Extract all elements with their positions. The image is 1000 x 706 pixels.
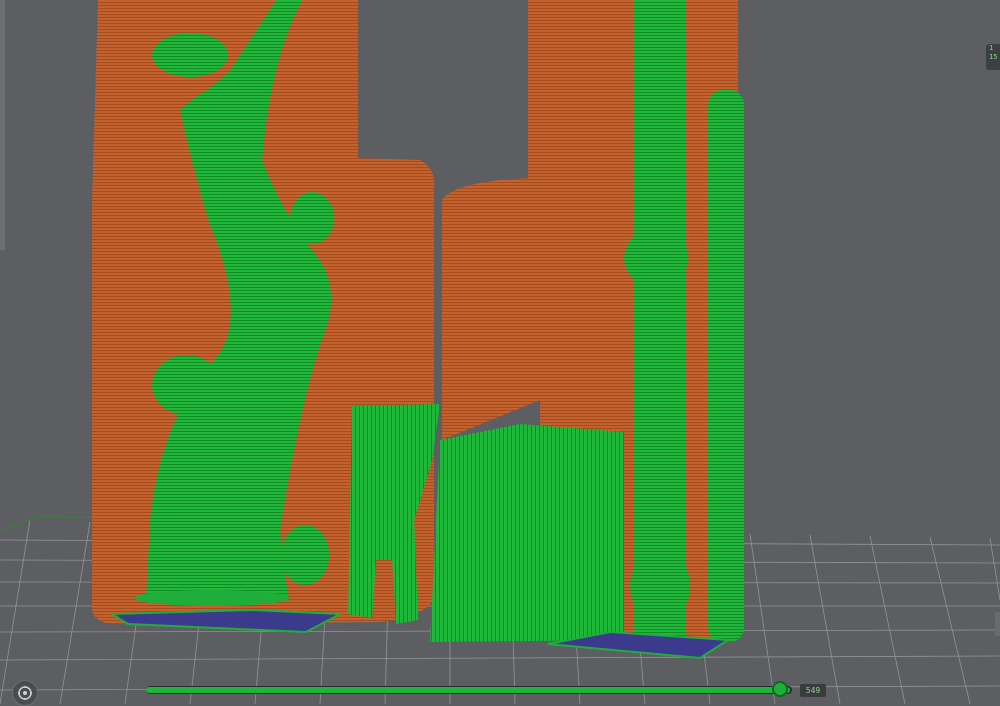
corner-indicator-line1: 1 <box>989 44 994 52</box>
layer-value-label: 549 <box>800 684 826 697</box>
support-block <box>430 424 624 642</box>
viewport-edge-highlight <box>0 0 5 250</box>
support-column-right <box>634 0 686 640</box>
plate-outline <box>0 515 101 531</box>
layer-slider-fill <box>146 687 791 693</box>
corner-indicator-line2: 15 <box>989 53 998 61</box>
layer-slider[interactable] <box>146 681 792 697</box>
layer-slider-handle[interactable] <box>772 681 789 697</box>
viewport-3d[interactable] <box>0 0 1000 704</box>
corner-indicator: 1 15 <box>986 44 1000 70</box>
first-layer-pad-left <box>108 608 344 634</box>
support-node-right-low <box>630 550 690 622</box>
support-node-right <box>624 228 688 288</box>
view-orbit-button[interactable] <box>12 680 38 706</box>
viewport-edge-marker <box>995 612 1000 636</box>
support-pillar-right <box>708 90 744 642</box>
